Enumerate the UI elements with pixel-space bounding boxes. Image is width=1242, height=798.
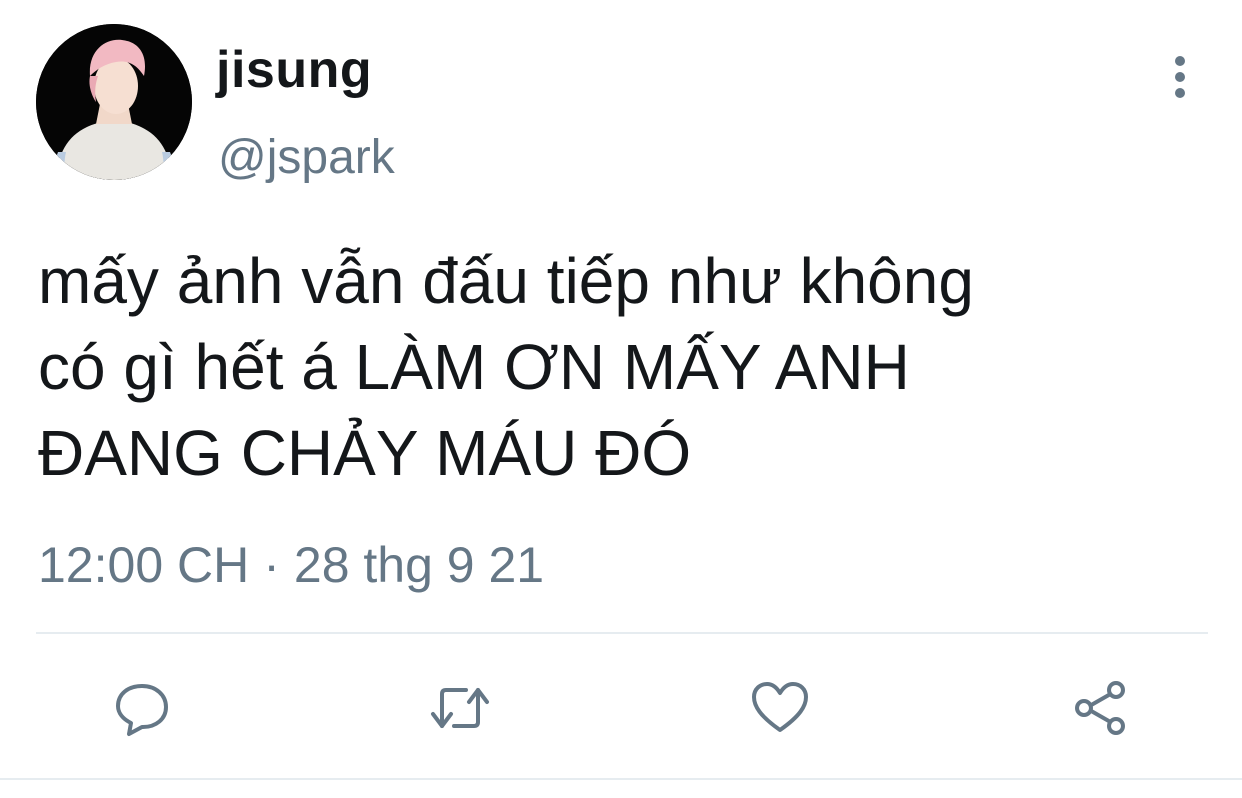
tweet-detail: jisung @jspark mấy ảnh vẫn đấu tiếp như … xyxy=(0,0,1242,798)
more-options-button[interactable] xyxy=(1160,52,1200,102)
user-handle[interactable]: @jspark xyxy=(218,130,395,185)
tweet-time: 12:00 CH xyxy=(38,537,250,593)
tweet-text-line: ĐANG CHẢY MÁU ĐÓ xyxy=(38,417,692,489)
retweet-icon xyxy=(431,688,489,728)
like-button[interactable] xyxy=(748,676,812,740)
divider xyxy=(0,778,1242,780)
avatar[interactable] xyxy=(36,24,192,180)
share-button[interactable] xyxy=(1068,676,1132,740)
tweet-timestamp[interactable]: 12:00 CH · 28 thg 9 21 xyxy=(38,536,544,594)
retweet-button[interactable] xyxy=(428,676,492,740)
share-icon xyxy=(1075,681,1125,735)
tweet-text-line: mấy ảnh vẫn đấu tiếp như không xyxy=(38,245,974,317)
tweet-date: 28 thg 9 21 xyxy=(293,537,545,593)
reply-icon xyxy=(116,684,168,736)
display-name[interactable]: jisung xyxy=(216,40,372,100)
more-vertical-icon xyxy=(1175,56,1185,98)
divider xyxy=(36,632,1208,634)
like-icon xyxy=(752,682,808,732)
meta-separator: · xyxy=(263,537,280,593)
tweet-text: mấy ảnh vẫn đấu tiếp như không có gì hết… xyxy=(38,238,1218,496)
tweet-text-line: có gì hết á LÀM ƠN MẤY ANH xyxy=(38,331,910,403)
avatar-photo xyxy=(36,24,192,180)
reply-button[interactable] xyxy=(110,676,174,740)
